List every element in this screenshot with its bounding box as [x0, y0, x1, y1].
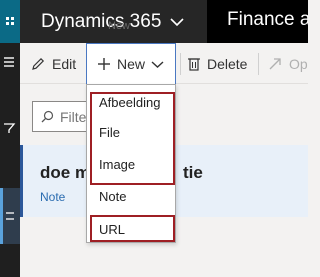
record-title: doe m: [40, 163, 91, 182]
open-label: Op: [289, 55, 308, 72]
divider: [180, 53, 181, 75]
chevron-down-icon: [151, 60, 164, 68]
new-label: New: [117, 56, 146, 72]
highlight-box: [90, 215, 175, 242]
new-button[interactable]: New: [86, 43, 176, 84]
edit-label: Edit: [52, 55, 77, 72]
search-icon: [41, 110, 54, 123]
ghost-label: New: [108, 20, 131, 32]
open-button[interactable]: Op: [267, 43, 308, 84]
app-launcher-button[interactable]: [0, 0, 20, 43]
filter-funnel-icon[interactable]: [2, 121, 16, 135]
module-title: Finance and: [227, 9, 308, 30]
selected-rail-item[interactable]: [0, 188, 20, 244]
open-arrow-icon: [269, 57, 281, 69]
delete-label: Delete: [207, 55, 248, 72]
menu-item-note[interactable]: Note: [99, 189, 126, 204]
filter-input[interactable]: Filte: [32, 101, 94, 132]
left-nav-rail: [0, 43, 20, 277]
plus-icon: [98, 58, 110, 70]
action-pane: Edit New Delete Op: [20, 43, 308, 84]
list-icon: [6, 212, 14, 220]
highlight-box: [90, 92, 175, 185]
top-nav-bar: Dynamics 365 New Finance and: [0, 0, 308, 43]
divider: [258, 53, 259, 75]
app-name: Dynamics 365: [41, 10, 162, 32]
hamburger-icon[interactable]: [2, 55, 16, 69]
app-window: Dynamics 365 New Finance and: [0, 0, 308, 277]
chevron-down-icon: [170, 17, 184, 26]
record-type: Note: [40, 190, 66, 204]
edit-button[interactable]: Edit: [30, 43, 76, 84]
filter-placeholder: Filte: [60, 108, 87, 125]
trash-icon: [188, 57, 200, 71]
waffle-icon: [6, 17, 14, 25]
delete-button[interactable]: Delete: [187, 43, 247, 84]
record-title-tail: tie: [183, 163, 203, 182]
pencil-icon: [32, 57, 45, 70]
